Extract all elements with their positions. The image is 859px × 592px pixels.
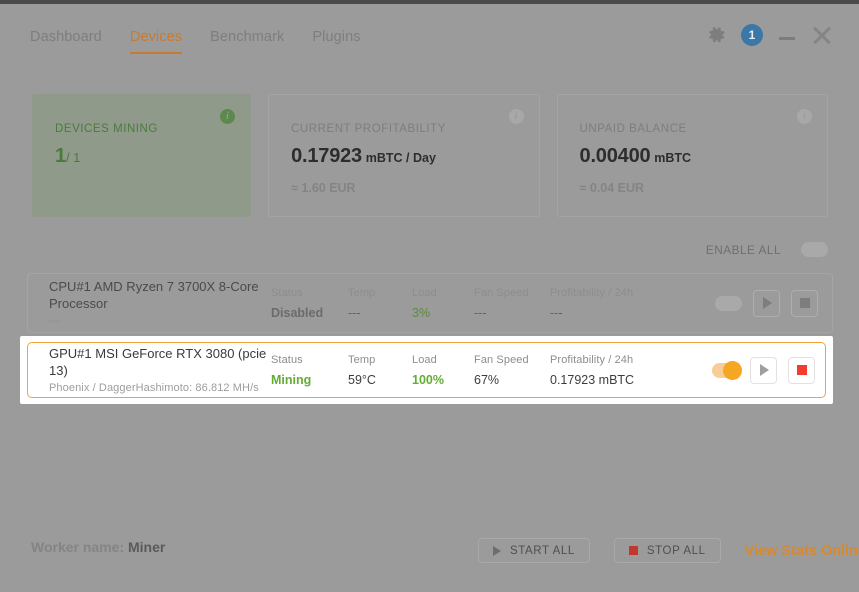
fan-speed-value: 67% [474,373,550,387]
devices-mining-count: 1 [55,145,66,167]
view-stats-online-link[interactable]: View Stats Online [745,543,859,559]
stop-all-label: STOP ALL [647,545,706,557]
start-device-button[interactable] [750,357,777,384]
tab-plugins[interactable]: Plugins [312,29,360,52]
load-value: 100% [412,373,474,387]
status-badge: Disabled [271,306,348,320]
device-temp: Temp --- [348,287,412,320]
card-label: CURRENT PROFITABILITY [291,123,516,135]
card-devices-mining: i DEVICES MINING 1/ 1 [32,94,251,217]
devices-mining-total: / 1 [66,150,80,165]
device-fan-speed: Fan Speed 67% [474,354,550,387]
device-status: Status Disabled [271,287,348,320]
stop-device-button[interactable] [788,357,815,384]
enable-all-row: ENABLE ALL [706,242,828,257]
device-enable-toggle[interactable] [715,296,742,311]
nav-tab-list: Dashboard Devices Benchmark Plugins [30,29,361,54]
device-status: Status Mining [271,354,348,387]
temp-value: --- [348,306,412,320]
info-icon[interactable]: i [220,109,235,124]
column-header-profitability: Profitability / 24h [550,354,700,366]
worker-name: Worker name: Miner [31,539,165,555]
enable-all-toggle[interactable] [801,242,828,257]
balance-amount: 0.00400 [580,145,651,167]
profitability-value: --- [550,306,700,320]
summary-cards: i DEVICES MINING 1/ 1 i CURRENT PROFITAB… [32,94,828,217]
card-unpaid-balance: i UNPAID BALANCE 0.00400 mBTC ≈ 0.04 EUR [557,94,828,217]
stop-icon [629,546,638,555]
play-icon [760,364,769,376]
column-header-load: Load [412,287,474,299]
column-header-temp: Temp [348,354,412,366]
card-label: UNPAID BALANCE [580,123,805,135]
card-value: 0.17923 mBTC / Day [291,145,516,168]
column-header-profitability: Profitability / 24h [550,287,700,299]
device-enable-toggle[interactable] [712,363,739,378]
table-row[interactable]: CPU#1 AMD Ryzen 7 3700X 8-Core Processor… [27,273,833,333]
status-badge: Mining [271,373,348,387]
footer-actions: START ALL STOP ALL View Stats Online [478,538,859,563]
minimize-icon[interactable] [777,25,797,45]
device-profitability: Profitability / 24h 0.17923 mBTC [550,354,700,387]
card-value: 1/ 1 [55,145,228,168]
tab-dashboard[interactable]: Dashboard [30,29,102,52]
device-name: GPU#1 MSI GeForce RTX 3080 (pcie 13) [49,346,271,379]
table-row[interactable]: GPU#1 MSI GeForce RTX 3080 (pcie 13) Pho… [27,342,826,398]
enable-all-label: ENABLE ALL [706,243,781,257]
tab-devices[interactable]: Devices [130,29,182,54]
device-profitability: Profitability / 24h --- [550,287,700,320]
card-current-profitability: i CURRENT PROFITABILITY 0.17923 mBTC / D… [268,94,539,217]
column-header-status: Status [271,354,348,366]
stop-icon [797,365,807,375]
gear-icon[interactable] [707,25,727,45]
card-label: DEVICES MINING [55,123,228,135]
device-load: Load 3% [412,287,474,320]
column-header-fan-speed: Fan Speed [474,354,550,366]
tab-benchmark[interactable]: Benchmark [210,29,284,52]
device-fan-speed: Fan Speed --- [474,287,550,320]
column-header-load: Load [412,354,474,366]
stop-all-button[interactable]: STOP ALL [614,538,721,563]
notification-badge[interactable]: 1 [741,24,763,46]
play-icon [493,546,501,556]
temp-value: 59°C [348,373,412,387]
play-icon [763,297,772,309]
stop-icon [800,298,810,308]
device-name: CPU#1 AMD Ryzen 7 3700X 8-Core Processor [49,279,271,312]
close-icon[interactable] [811,24,833,46]
row-actions [712,357,815,384]
profitability-unit: mBTC / Day [366,151,436,165]
info-icon[interactable]: i [509,109,524,124]
start-all-button[interactable]: START ALL [478,538,590,563]
balance-unit: mBTC [654,151,691,165]
navigation-bar: Dashboard Devices Benchmark Plugins 1 [0,4,859,62]
device-algorithm: Phoenix / DaggerHashimoto: 86.812 MH/s [49,382,271,394]
profitability-value: 0.17923 mBTC [550,373,700,387]
column-header-status: Status [271,287,348,299]
info-icon[interactable]: i [797,109,812,124]
profitability-fiat: ≈ 1.60 EUR [291,181,516,195]
load-value: 3% [412,306,474,320]
device-temp: Temp 59°C [348,354,412,387]
worker-name-value: Miner [128,539,165,555]
column-header-fan-speed: Fan Speed [474,287,550,299]
balance-fiat: ≈ 0.04 EUR [580,181,805,195]
device-identity: GPU#1 MSI GeForce RTX 3080 (pcie 13) Pho… [49,346,271,393]
device-load: Load 100% [412,354,474,387]
card-value: 0.00400 mBTC [580,145,805,168]
start-device-button[interactable] [753,290,780,317]
column-header-temp: Temp [348,287,412,299]
window-controls: 1 [707,24,833,46]
row-actions [715,290,818,317]
profitability-amount: 0.17923 [291,145,362,167]
device-identity: CPU#1 AMD Ryzen 7 3700X 8-Core Processor… [49,279,271,326]
device-algorithm: --- [49,315,271,327]
worker-name-label: Worker name: [31,539,124,555]
fan-speed-value: --- [474,306,550,320]
stop-device-button[interactable] [791,290,818,317]
start-all-label: START ALL [510,545,575,557]
